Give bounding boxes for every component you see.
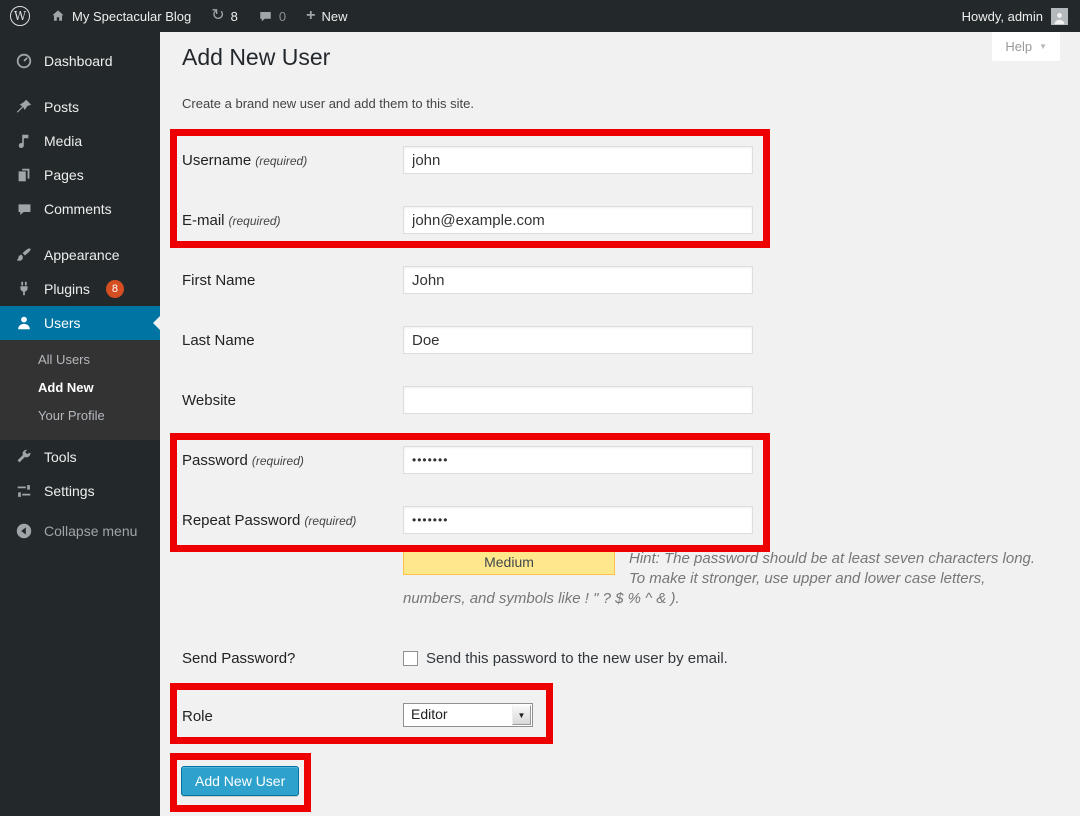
username-label: Username(required): [182, 152, 307, 169]
wordpress-logo-icon: W: [10, 6, 30, 26]
required-note: (required): [255, 154, 307, 168]
help-toggle[interactable]: Help ▼: [992, 32, 1060, 61]
website-label: Website: [182, 392, 236, 409]
sidebar-item-appearance[interactable]: Appearance: [0, 238, 160, 272]
first-name-input[interactable]: [403, 266, 753, 294]
send-password-checkbox-label: Send this password to the new user by em…: [426, 650, 728, 667]
required-note: (required): [229, 214, 281, 228]
home-icon: [50, 8, 66, 24]
submenu-item-add-new[interactable]: Add New: [0, 374, 160, 402]
send-password-label: Send Password?: [182, 650, 295, 667]
sidebar-item-label: Dashboard: [44, 53, 113, 69]
my-account-menu[interactable]: Howdy, admin: [962, 0, 1080, 32]
sidebar-item-label: Appearance: [44, 247, 120, 263]
collapse-icon: [14, 521, 34, 541]
sidebar-item-label: Tools: [44, 449, 77, 465]
sidebar-item-plugins[interactable]: Plugins 8: [0, 272, 160, 306]
sidebar-item-collapse-menu[interactable]: Collapse menu: [0, 514, 160, 548]
site-name-label: My Spectacular Blog: [72, 9, 191, 24]
password-hint-area: Medium Hint: The password should be at l…: [403, 549, 1037, 609]
comment-count: 0: [279, 9, 286, 24]
role-selected-value: Editor: [411, 706, 448, 722]
comment-bubble-icon: [258, 9, 273, 24]
update-icon: ↻: [211, 8, 224, 24]
howdy-text: Howdy, admin: [962, 9, 1043, 24]
password-strength-meter: Medium: [403, 549, 615, 575]
plugins-update-badge: 8: [106, 280, 124, 298]
username-input[interactable]: [403, 146, 753, 174]
sidebar-item-settings[interactable]: Settings: [0, 474, 160, 508]
admin-menu: Dashboard Posts Media Pages Comments App…: [0, 32, 160, 816]
sidebar-item-posts[interactable]: Posts: [0, 90, 160, 124]
role-select[interactable]: Editor ▼: [403, 703, 533, 727]
sidebar-item-media[interactable]: Media: [0, 124, 160, 158]
current-menu-arrow: [153, 316, 160, 330]
tools-icon: [14, 447, 34, 467]
chevron-down-icon: ▼: [1039, 42, 1047, 51]
comments-icon: [14, 199, 34, 219]
pin-icon: [14, 97, 34, 117]
required-note: (required): [252, 454, 304, 468]
sidebar-item-label: Plugins: [44, 281, 90, 297]
updates-menu[interactable]: ↻ 8: [201, 0, 248, 32]
sidebar-item-label: Pages: [44, 167, 84, 183]
sidebar-item-label: Media: [44, 133, 82, 149]
users-submenu: All Users Add New Your Profile: [0, 340, 160, 440]
appearance-icon: [14, 245, 34, 265]
pages-icon: [14, 165, 34, 185]
role-label: Role: [182, 708, 213, 725]
sidebar-item-label: Users: [44, 315, 81, 331]
sidebar-item-label: Comments: [44, 201, 112, 217]
sidebar-item-label: Collapse menu: [44, 523, 137, 539]
website-input[interactable]: [403, 386, 753, 414]
sidebar-item-label: Settings: [44, 483, 95, 499]
sidebar-item-comments[interactable]: Comments: [0, 192, 160, 226]
sidebar-item-dashboard[interactable]: Dashboard: [0, 44, 160, 78]
dashboard-icon: [14, 51, 34, 71]
avatar: [1051, 8, 1068, 25]
last-name-input[interactable]: [403, 326, 753, 354]
sidebar-item-users[interactable]: Users: [0, 306, 160, 340]
plugin-icon: [14, 279, 34, 299]
repeat-password-label: Repeat Password(required): [182, 512, 356, 529]
update-count: 8: [231, 9, 238, 24]
wp-logo-menu[interactable]: W: [0, 0, 40, 32]
comments-menu[interactable]: 0: [248, 0, 296, 32]
new-label: New: [321, 9, 347, 24]
repeat-password-input[interactable]: [403, 506, 753, 534]
sidebar-item-pages[interactable]: Pages: [0, 158, 160, 192]
chevron-down-icon: ▼: [518, 711, 526, 720]
submenu-item-all-users[interactable]: All Users: [0, 346, 160, 374]
first-name-label: First Name: [182, 272, 255, 289]
sidebar-item-label: Posts: [44, 99, 79, 115]
new-content-menu[interactable]: + New: [296, 0, 357, 32]
site-name-menu[interactable]: My Spectacular Blog: [40, 0, 201, 32]
add-new-user-button[interactable]: Add New User: [181, 766, 299, 796]
page-title: Add New User: [182, 44, 330, 71]
required-note: (required): [304, 514, 356, 528]
admin-bar: W My Spectacular Blog ↻ 8 0 + New Howdy,…: [0, 0, 1080, 32]
last-name-label: Last Name: [182, 332, 255, 349]
page-subtitle: Create a brand new user and add them to …: [182, 96, 474, 111]
settings-icon: [14, 481, 34, 501]
send-password-checkbox[interactable]: [403, 651, 418, 666]
main-content: Help ▼ Add New User Create a brand new u…: [160, 32, 1080, 816]
users-icon: [14, 313, 34, 333]
password-label: Password(required): [182, 452, 304, 469]
submenu-item-your-profile[interactable]: Your Profile: [0, 402, 160, 430]
sidebar-item-tools[interactable]: Tools: [0, 440, 160, 474]
select-dropdown-button[interactable]: ▼: [512, 705, 531, 725]
help-label: Help: [1005, 39, 1032, 54]
media-icon: [14, 131, 34, 151]
email-label: E-mail(required): [182, 212, 281, 229]
email-input[interactable]: [403, 206, 753, 234]
password-input[interactable]: [403, 446, 753, 474]
plus-icon: +: [306, 8, 315, 24]
